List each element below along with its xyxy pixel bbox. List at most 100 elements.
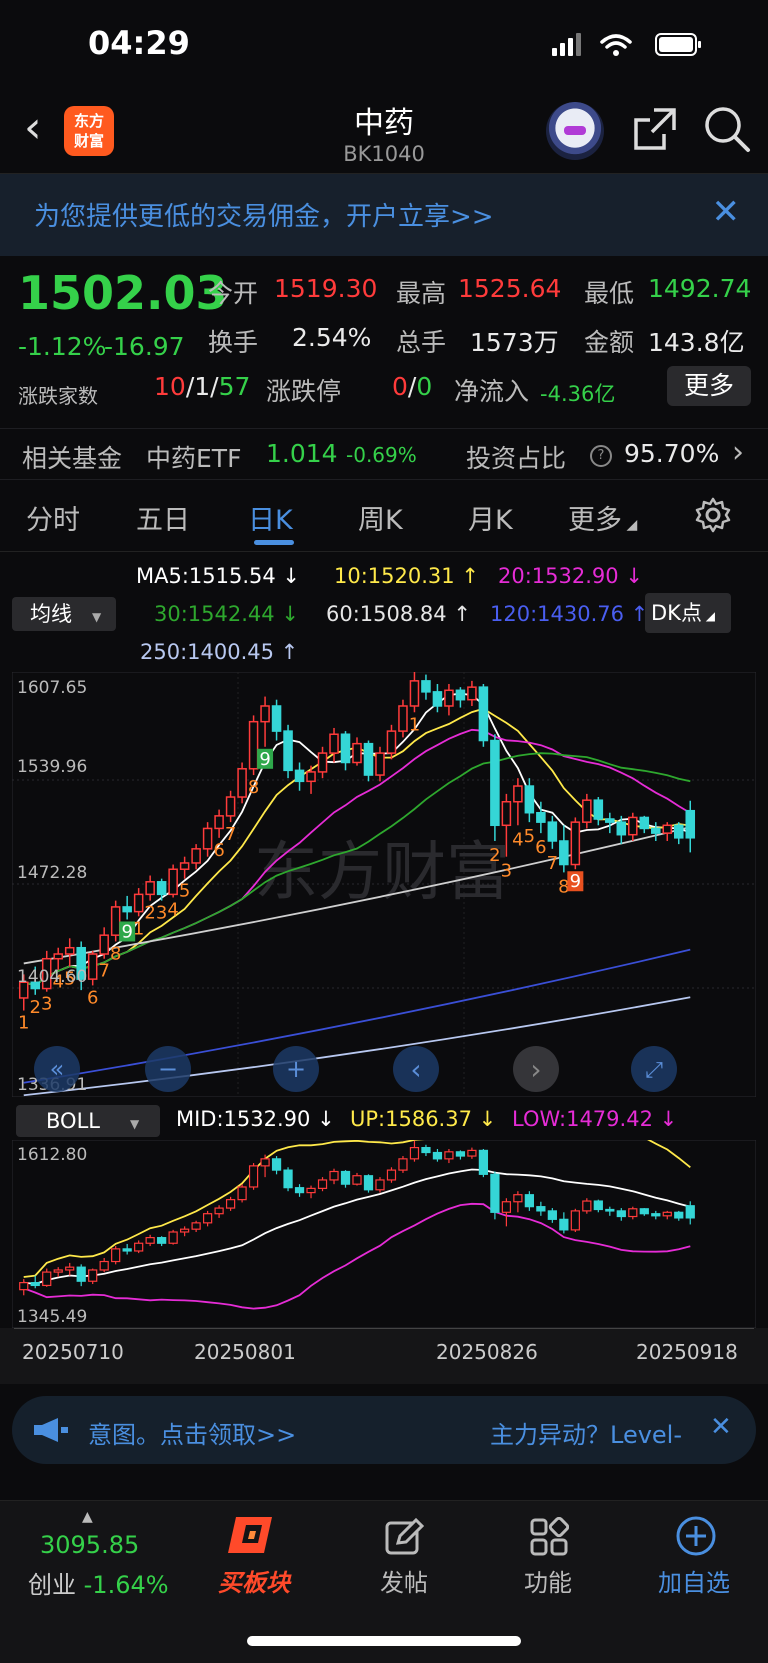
boll-candle — [409, 1146, 420, 1160]
candle — [662, 824, 673, 834]
boll-candle — [99, 1260, 109, 1271]
sub-indicator-selector[interactable]: BOLL ▼ — [16, 1105, 160, 1137]
boll-candle — [214, 1207, 224, 1215]
buy-block-icon[interactable] — [222, 1513, 286, 1555]
low-label: 最低 — [584, 279, 635, 308]
boll-candle — [157, 1237, 167, 1244]
boll-candle — [42, 1271, 52, 1287]
candle — [225, 796, 236, 817]
active-tab-indicator — [254, 540, 294, 545]
tab-daily-k[interactable]: 日K — [248, 498, 293, 537]
candle — [616, 821, 627, 836]
tab-weekly-k[interactable]: 周K — [358, 498, 403, 537]
ma60-legend: 60:1508.84 ↑ — [326, 602, 471, 626]
function-grid-icon[interactable] — [529, 1517, 569, 1557]
more-button[interactable]: 更多 — [667, 366, 751, 406]
close-icon[interactable]: ✕ — [712, 192, 741, 232]
change-absolute: -16.97 — [104, 332, 185, 361]
invest-ratio-value: 95.70% — [624, 439, 720, 468]
dk-signal: 3 — [41, 994, 52, 1015]
buy-block-label[interactable]: 买板块 — [218, 1563, 290, 1598]
dk-signal: 7 — [98, 961, 109, 982]
index-name: 创业 — [28, 1571, 76, 1599]
dk-signal: 9 — [570, 871, 581, 892]
tab-five-day[interactable]: 五日 — [136, 498, 190, 537]
candle — [547, 821, 558, 842]
boll-candle — [685, 1205, 695, 1219]
breadth-sep: / — [185, 372, 195, 401]
promo-banner-text[interactable]: 为您提供更低的交易佣金，开户立享>> — [34, 196, 494, 233]
candle — [593, 799, 604, 820]
candle — [145, 881, 155, 896]
boll-candle — [306, 1187, 316, 1194]
add-watchlist-label[interactable]: 加自选 — [658, 1563, 730, 1598]
ticker-left-text[interactable]: 意图。点击领取>> — [88, 1415, 296, 1450]
index-quote[interactable]: 创业 -1.64% — [28, 1565, 169, 1600]
boll-low: LOW:1479.42 ↓ — [512, 1107, 678, 1131]
boll-candle — [283, 1169, 293, 1189]
dk-signal: 2 — [144, 903, 155, 924]
boll-candle — [478, 1149, 489, 1175]
axis-low-label: 1472.28 — [17, 863, 87, 883]
add-watchlist-icon[interactable] — [675, 1515, 717, 1557]
candle — [340, 733, 351, 764]
boll-candle — [168, 1231, 178, 1244]
dk-signal: 3 — [156, 903, 167, 924]
tab-monthly-k[interactable]: 月K — [468, 498, 513, 537]
share-icon[interactable] — [630, 104, 680, 154]
candle — [651, 827, 661, 834]
related-fund-row[interactable]: 相关基金 中药ETF 1.014 -0.69% 投资占比 ? 95.70% › — [0, 428, 768, 480]
index-change: -1.64% — [83, 1571, 169, 1599]
settings-gear-icon[interactable] — [694, 496, 732, 534]
post-edit-icon[interactable] — [384, 1517, 424, 1557]
ma250-legend: 250:1400.45 ↑ — [140, 640, 299, 664]
megaphone-icon — [34, 1418, 68, 1442]
indicator-selector-label: 均线 — [30, 602, 72, 626]
boll-candle — [76, 1266, 86, 1282]
candle — [478, 686, 489, 742]
kline-chart[interactable]: 东方财富 12 34 56789 12 3 4567891234 5678 9 1607.65… — [12, 672, 756, 1097]
boll-axis-top: 1612.80 — [17, 1145, 87, 1165]
app-logo[interactable]: 东方 财富 — [64, 106, 114, 156]
candle — [329, 733, 339, 754]
candle — [179, 862, 190, 870]
dk-signal: 2 — [489, 845, 500, 866]
limit-down: 0 — [416, 372, 433, 401]
dropdown-icon: ▼ — [92, 610, 102, 624]
axis-top-label: 1607.65 — [17, 678, 87, 698]
tab-more[interactable]: 更多 ◢ — [568, 498, 637, 537]
search-icon[interactable] — [702, 104, 752, 154]
boll-candle — [570, 1210, 580, 1231]
boll-chart[interactable]: 1612.80 1345.49 — [12, 1140, 756, 1328]
dk-signal: 6 — [87, 987, 98, 1008]
boll-candle — [19, 1282, 29, 1291]
limit-up: 0 — [392, 372, 408, 401]
indicator-selector[interactable]: 均线 ▼ — [12, 597, 116, 631]
tab-intraday[interactable]: 分时 — [26, 498, 80, 537]
status-bar: 04:29 — [0, 0, 768, 92]
candle — [306, 771, 316, 783]
chevron-right-icon[interactable]: › — [732, 435, 744, 470]
breadth-down: 57 — [218, 372, 251, 401]
close-icon[interactable]: ✕ — [710, 1412, 732, 1442]
limit-values: 0/0 — [392, 372, 432, 401]
boll-candle — [191, 1222, 201, 1230]
post-label[interactable]: 发帖 — [380, 1563, 428, 1598]
index-value[interactable]: 3095.85 — [40, 1531, 139, 1559]
help-icon[interactable]: ? — [590, 445, 612, 467]
candle — [191, 848, 201, 864]
back-icon[interactable]: ‹ — [24, 106, 42, 150]
date-axis-line — [14, 1328, 754, 1329]
candle — [283, 730, 293, 772]
promo-banner[interactable]: 为您提供更低的交易佣金，开户立享>> ✕ — [0, 174, 768, 256]
dk-point-button[interactable]: DK点 ◢ — [645, 593, 731, 633]
dk-signal: 5 — [179, 881, 190, 902]
breadth-flat: 1 — [194, 372, 211, 401]
news-ticker[interactable]: 意图。点击领取>> 主力异动？Level- ✕ — [12, 1396, 756, 1464]
dk-signal: 9 — [121, 921, 132, 942]
ma120-legend: 120:1430.76 ↑ — [490, 602, 649, 626]
function-label[interactable]: 功能 — [524, 1563, 572, 1598]
high-value: 1525.64 — [458, 274, 562, 303]
candle — [64, 946, 75, 955]
ticker-right-text[interactable]: 主力异动？Level- — [490, 1415, 682, 1450]
